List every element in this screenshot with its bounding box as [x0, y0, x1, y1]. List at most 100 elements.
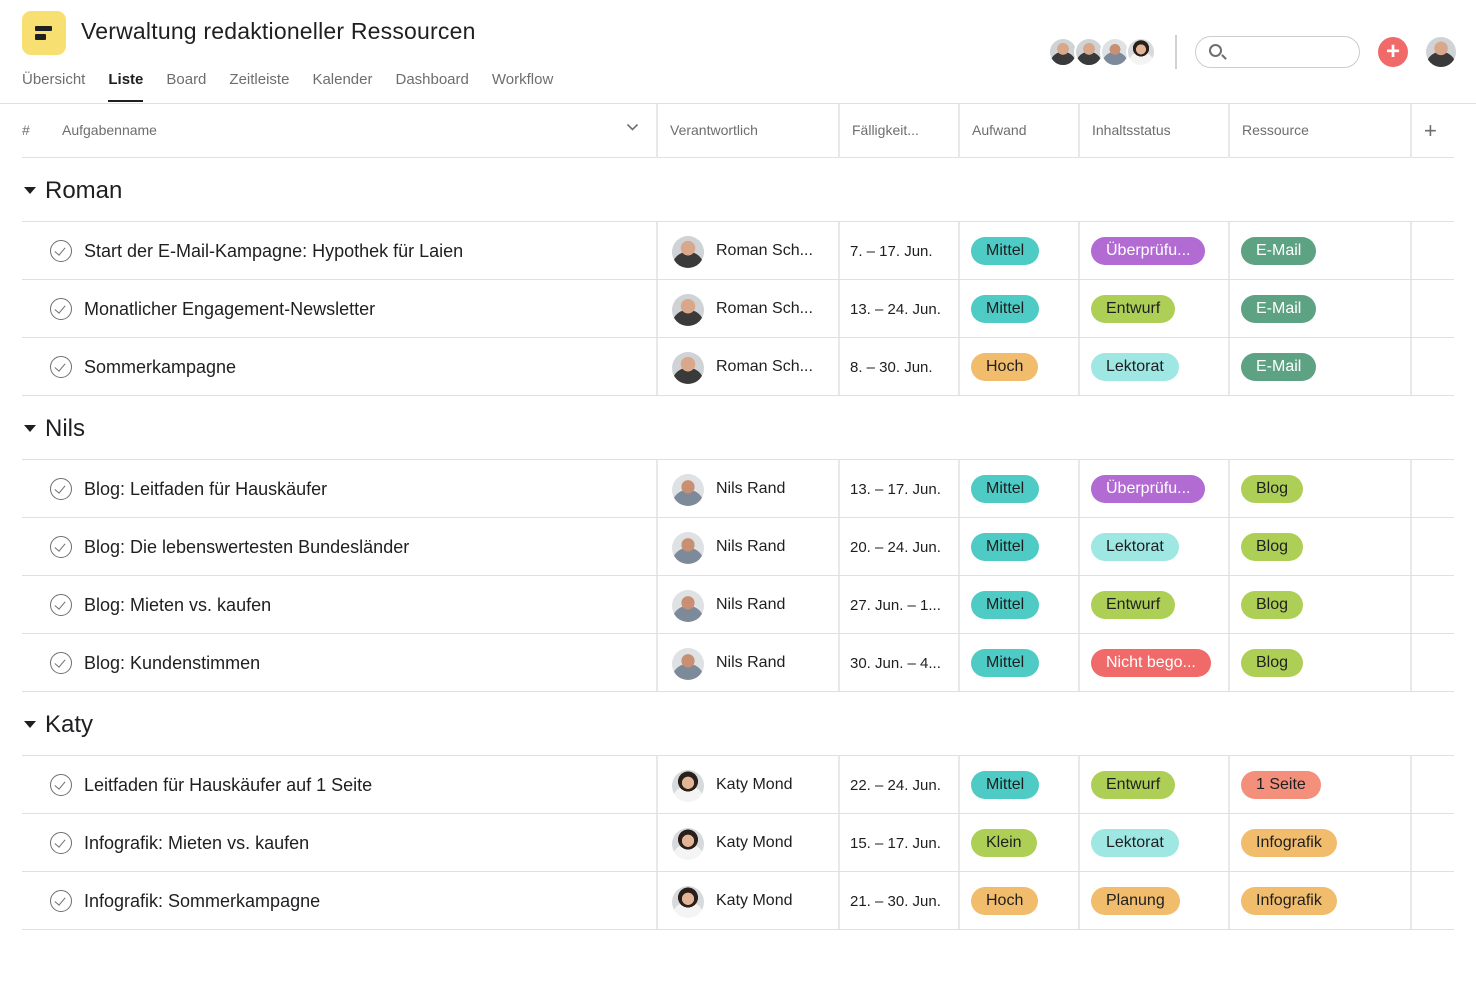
due-date[interactable]: 8. – 30. Jun. — [850, 359, 933, 376]
assignee-name[interactable]: Roman Sch... — [716, 358, 813, 376]
column-resource[interactable]: Ressource — [1242, 104, 1309, 157]
task-name[interactable]: Infografik: Mieten vs. kaufen — [84, 833, 309, 854]
due-date[interactable]: 22. – 24. Jun. — [850, 777, 941, 794]
check-circle-icon[interactable] — [50, 356, 72, 378]
effort-pill[interactable]: Mittel — [971, 475, 1040, 503]
due-date[interactable]: 7. – 17. Jun. — [850, 243, 933, 260]
task-row[interactable]: Sommerkampagne Roman Sch... 8. – 30. Jun… — [22, 338, 1454, 396]
resource-pill[interactable]: E-Mail — [1241, 237, 1317, 265]
resource-pill[interactable]: E-Mail — [1241, 295, 1317, 323]
status-pill[interactable]: Lektorat — [1091, 533, 1179, 561]
check-circle-icon[interactable] — [50, 832, 72, 854]
effort-pill[interactable]: Klein — [971, 829, 1037, 857]
effort-pill[interactable]: Hoch — [971, 887, 1039, 915]
chevron-down-icon[interactable] — [626, 123, 639, 132]
collapse-triangle-icon[interactable] — [24, 721, 36, 728]
resource-pill[interactable]: Infografik — [1241, 829, 1337, 857]
resource-pill[interactable]: Infografik — [1241, 887, 1337, 915]
status-pill[interactable]: Lektorat — [1091, 829, 1179, 857]
status-pill[interactable]: Lektorat — [1091, 353, 1179, 381]
effort-pill[interactable]: Mittel — [971, 295, 1040, 323]
check-circle-icon[interactable] — [50, 536, 72, 558]
due-date[interactable]: 27. Jun. – 1... — [850, 597, 941, 614]
effort-pill[interactable]: Mittel — [971, 649, 1040, 677]
check-circle-icon[interactable] — [50, 652, 72, 674]
status-pill[interactable]: Nicht bego... — [1091, 649, 1211, 677]
task-row[interactable]: Blog: Leitfaden für Hauskäufer Nils Rand… — [22, 460, 1454, 518]
assignee-name[interactable]: Katy Mond — [716, 892, 792, 910]
task-row[interactable]: Blog: Mieten vs. kaufen Nils Rand 27. Ju… — [22, 576, 1454, 634]
tab-zeitleiste[interactable]: Zeitleiste — [229, 70, 289, 102]
effort-pill[interactable]: Hoch — [971, 353, 1039, 381]
due-date[interactable]: 15. – 17. Jun. — [850, 835, 941, 852]
status-pill[interactable]: Planung — [1091, 887, 1180, 915]
column-status[interactable]: Inhaltsstatus — [1092, 104, 1171, 157]
column-task-name[interactable]: Aufgabenname — [62, 104, 157, 157]
task-row[interactable]: Blog: Die lebenswertesten Bundesländer N… — [22, 518, 1454, 576]
section-katy[interactable]: Katy — [22, 692, 1454, 756]
collapse-triangle-icon[interactable] — [24, 187, 36, 194]
task-name[interactable]: Blog: Kundenstimmen — [84, 653, 260, 674]
task-row[interactable]: Start der E-Mail-Kampagne: Hypothek für … — [22, 222, 1454, 280]
effort-pill[interactable]: Mittel — [971, 237, 1040, 265]
status-pill[interactable]: Entwurf — [1091, 591, 1176, 619]
status-pill[interactable]: Entwurf — [1091, 295, 1176, 323]
tab-dashboard[interactable]: Dashboard — [395, 70, 468, 102]
assignee-name[interactable]: Nils Rand — [716, 538, 785, 556]
task-name[interactable]: Blog: Mieten vs. kaufen — [84, 595, 271, 616]
status-pill[interactable]: Entwurf — [1091, 771, 1176, 799]
resource-pill[interactable]: 1 Seite — [1241, 771, 1321, 799]
check-circle-icon[interactable] — [50, 774, 72, 796]
assignee-name[interactable]: Nils Rand — [716, 596, 785, 614]
task-row[interactable]: Infografik: Sommerkampagne Katy Mond 21.… — [22, 872, 1454, 930]
tab-board[interactable]: Board — [166, 70, 206, 102]
task-name[interactable]: Blog: Die lebenswertesten Bundesländer — [84, 537, 409, 558]
task-row[interactable]: Infografik: Mieten vs. kaufen Katy Mond … — [22, 814, 1454, 872]
task-row[interactable]: Leitfaden für Hauskäufer auf 1 Seite Kat… — [22, 756, 1454, 814]
assignee-name[interactable]: Nils Rand — [716, 654, 785, 672]
task-name[interactable]: Monatlicher Engagement-Newsletter — [84, 299, 375, 320]
tab-uebersicht[interactable]: Übersicht — [22, 70, 85, 102]
assignee-name[interactable]: Roman Sch... — [716, 300, 813, 318]
task-name[interactable]: Blog: Leitfaden für Hauskäufer — [84, 479, 327, 500]
status-pill[interactable]: Überprüfu... — [1091, 237, 1206, 265]
user-avatar[interactable] — [1426, 37, 1456, 67]
check-circle-icon[interactable] — [50, 240, 72, 262]
task-name[interactable]: Sommerkampagne — [84, 357, 236, 378]
task-row[interactable]: Blog: Kundenstimmen Nils Rand 30. Jun. –… — [22, 634, 1454, 692]
add-button[interactable]: + — [1378, 37, 1408, 67]
section-roman[interactable]: Roman — [22, 158, 1454, 222]
check-circle-icon[interactable] — [50, 478, 72, 500]
check-circle-icon[interactable] — [50, 890, 72, 912]
assignee-name[interactable]: Nils Rand — [716, 480, 785, 498]
effort-pill[interactable]: Mittel — [971, 533, 1040, 561]
search-input[interactable] — [1195, 36, 1360, 68]
resource-pill[interactable]: Blog — [1241, 591, 1304, 619]
resource-pill[interactable]: Blog — [1241, 649, 1304, 677]
assignee-name[interactable]: Katy Mond — [716, 834, 792, 852]
assignee-name[interactable]: Roman Sch... — [716, 242, 813, 260]
member-avatars[interactable] — [1048, 37, 1156, 67]
task-row[interactable]: Monatlicher Engagement-Newsletter Roman … — [22, 280, 1454, 338]
resource-pill[interactable]: E-Mail — [1241, 353, 1317, 381]
effort-pill[interactable]: Mittel — [971, 591, 1040, 619]
task-name[interactable]: Infografik: Sommerkampagne — [84, 891, 320, 912]
collapse-triangle-icon[interactable] — [24, 425, 36, 432]
effort-pill[interactable]: Mittel — [971, 771, 1040, 799]
column-due[interactable]: Fälligkeit... — [852, 104, 919, 157]
check-circle-icon[interactable] — [50, 594, 72, 616]
due-date[interactable]: 21. – 30. Jun. — [850, 893, 941, 910]
resource-pill[interactable]: Blog — [1241, 475, 1304, 503]
due-date[interactable]: 13. – 24. Jun. — [850, 301, 941, 318]
tab-kalender[interactable]: Kalender — [312, 70, 372, 102]
task-name[interactable]: Start der E-Mail-Kampagne: Hypothek für … — [84, 241, 463, 262]
task-name[interactable]: Leitfaden für Hauskäufer auf 1 Seite — [84, 775, 372, 796]
project-list-icon[interactable] — [22, 11, 66, 55]
resource-pill[interactable]: Blog — [1241, 533, 1304, 561]
due-date[interactable]: 20. – 24. Jun. — [850, 539, 941, 556]
assignee-name[interactable]: Katy Mond — [716, 776, 792, 794]
section-nils[interactable]: Nils — [22, 396, 1454, 460]
check-circle-icon[interactable] — [50, 298, 72, 320]
tab-workflow[interactable]: Workflow — [492, 70, 553, 102]
column-effort[interactable]: Aufwand — [972, 104, 1026, 157]
